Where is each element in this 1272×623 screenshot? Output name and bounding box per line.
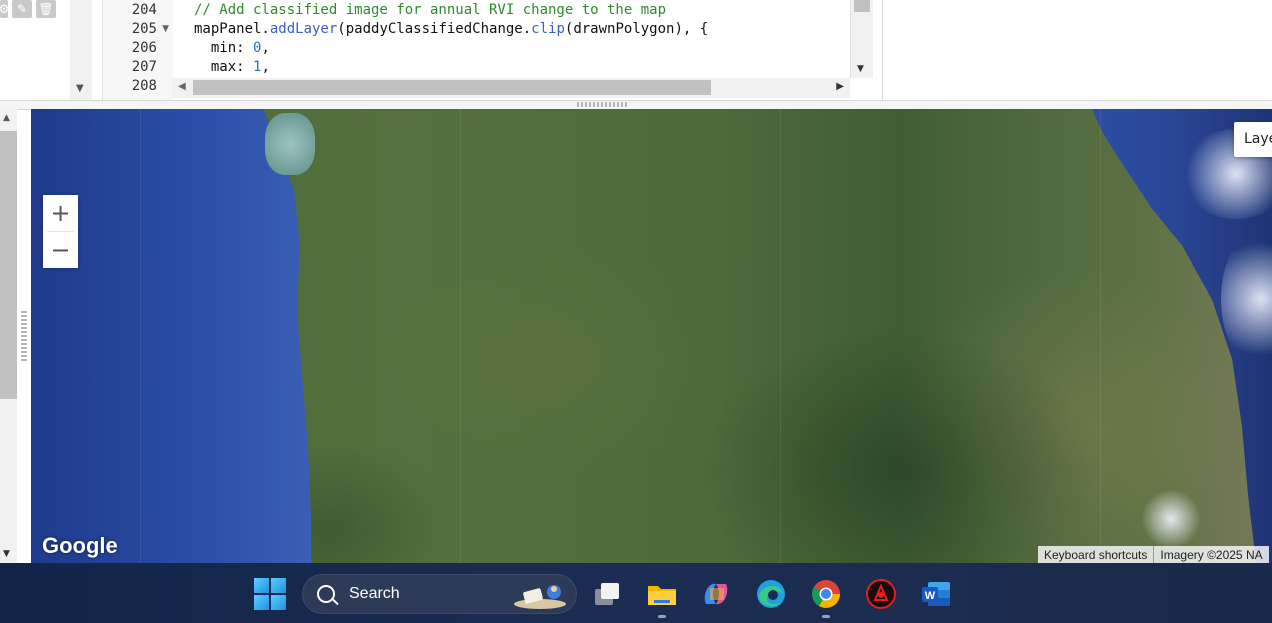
scrollbar-thumb[interactable]: [193, 80, 711, 95]
code-line-206[interactable]: min: 0,: [194, 40, 270, 56]
drag-handle-icon[interactable]: [577, 102, 629, 107]
running-indicator: [658, 615, 666, 618]
zoom-in-button[interactable]: +: [43, 195, 78, 231]
svg-text:W: W: [925, 590, 936, 602]
drag-handle-icon[interactable]: [21, 309, 27, 361]
search-highlight-icon: [514, 585, 566, 609]
tile-seam: [780, 109, 781, 563]
scroll-down-arrow-icon[interactable]: ▼: [857, 64, 864, 74]
line-number: 205: [131, 21, 157, 37]
line-number: 208: [131, 78, 157, 94]
word-icon[interactable]: W: [920, 578, 952, 610]
code-token: mapPanel.: [194, 21, 270, 37]
map-view[interactable]: + − Laye Google Keyboard shortcuts Image…: [31, 109, 1272, 563]
taskbar-search[interactable]: Search: [302, 574, 577, 614]
task-view-icon[interactable]: [591, 578, 623, 610]
scrollbar-thumb[interactable]: [854, 0, 870, 12]
line-number: 207: [131, 59, 157, 75]
imagery-attribution: Imagery ©2025 NA: [1154, 546, 1269, 563]
scroll-right-arrow-icon[interactable]: ▶: [836, 81, 844, 92]
panel-divider: [882, 0, 883, 100]
scrollbar-thumb[interactable]: [0, 131, 17, 399]
lagoon: [265, 113, 315, 175]
running-indicator: [822, 615, 830, 618]
code-line-207[interactable]: max: 1,: [194, 59, 270, 75]
left-panel-scrollbar[interactable]: ▲ ▼: [0, 109, 27, 563]
code-area[interactable]: // Add classified image for annual RVI c…: [172, 0, 850, 78]
zoom-out-button[interactable]: −: [43, 232, 78, 268]
layers-button[interactable]: Laye: [1234, 122, 1272, 157]
code-vertical-scrollbar[interactable]: ▼: [850, 0, 873, 78]
google-logo: Google: [42, 533, 118, 558]
code-token: min:: [194, 40, 254, 56]
asset-panel: ⚙ ✎ 🗑: [0, 0, 70, 100]
code-horizontal-scrollbar[interactable]: ◀ ▶: [172, 78, 850, 98]
file-explorer-icon[interactable]: [646, 578, 678, 610]
edit-icon[interactable]: ✎: [12, 0, 32, 18]
tile-seam: [140, 109, 141, 563]
scroll-left-arrow-icon[interactable]: ◀: [178, 81, 186, 92]
code-function: addLayer: [269, 21, 338, 37]
scroll-up-arrow-icon[interactable]: ▲: [3, 113, 10, 123]
tile-seam: [1100, 109, 1101, 563]
code-editor-strip: ⚙ ✎ 🗑 ▼ 204 205 ▼ 206 207 208 // Add cla…: [0, 0, 1272, 100]
map-attribution: Keyboard shortcuts Imagery ©2025 NA: [1038, 546, 1269, 563]
tile-seam: [460, 109, 461, 563]
code-token: (paddyClassifiedChange.: [337, 21, 532, 37]
delete-icon[interactable]: 🗑: [36, 0, 56, 18]
red-app-icon[interactable]: [865, 578, 897, 610]
scroll-down-arrow-icon[interactable]: ▼: [3, 549, 10, 559]
code-comment: // Add classified image for annual RVI c…: [194, 2, 667, 18]
sea-area: [31, 109, 311, 563]
code-token: max:: [194, 59, 254, 75]
line-number-gutter: 204 205 ▼ 206 207 208: [102, 0, 173, 100]
cloud: [1141, 489, 1201, 549]
settings-icon[interactable]: ⚙: [0, 0, 9, 18]
copilot-icon[interactable]: [700, 578, 732, 610]
chrome-icon[interactable]: [810, 578, 842, 610]
code-token: ,: [261, 59, 270, 75]
search-label: Search: [349, 585, 400, 602]
zoom-control: + −: [43, 195, 78, 268]
code-function: clip: [531, 21, 565, 37]
code-token: (drawnPolygon), {: [564, 21, 709, 37]
keyboard-shortcuts-link[interactable]: Keyboard shortcuts: [1038, 546, 1154, 563]
code-token: ,: [261, 40, 270, 56]
code-line-204[interactable]: // Add classified image for annual RVI c…: [194, 2, 666, 18]
line-number: 206: [131, 40, 157, 56]
edge-icon[interactable]: [755, 578, 787, 610]
search-icon: [317, 585, 335, 603]
scroll-down-arrow-icon[interactable]: ▼: [76, 83, 84, 94]
asset-scrollbar[interactable]: ▼: [70, 0, 92, 100]
fold-arrow-icon[interactable]: ▼: [162, 24, 169, 34]
windows-start-icon[interactable]: [254, 578, 286, 610]
code-line-205[interactable]: mapPanel.addLayer(paddyClassifiedChange.…: [194, 21, 708, 37]
windows-taskbar: Search W: [0, 563, 1272, 623]
line-number: 204: [131, 2, 157, 18]
